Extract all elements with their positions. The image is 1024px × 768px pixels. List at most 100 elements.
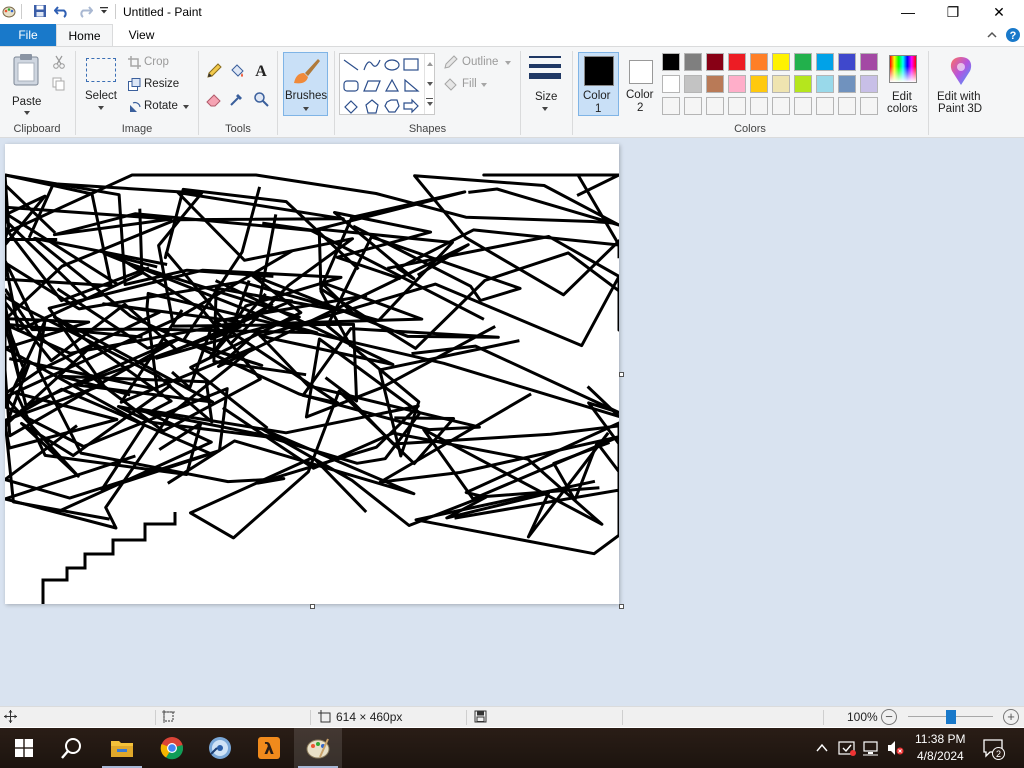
taskbar-paint[interactable] <box>294 728 342 768</box>
outline-button[interactable]: Outline <box>443 55 518 71</box>
palette-swatch[interactable] <box>728 53 746 71</box>
fill-button[interactable]: Fill <box>443 77 518 93</box>
palette-swatch[interactable] <box>728 75 746 93</box>
zoom-slider-thumb[interactable] <box>945 710 956 724</box>
redo-icon[interactable] <box>77 3 93 19</box>
taskbar-file-explorer[interactable] <box>98 728 146 768</box>
status-bar: 614 × 460px 100% − + <box>0 706 1024 727</box>
palette-swatch[interactable] <box>816 53 834 71</box>
palette-swatch[interactable] <box>750 97 768 115</box>
palette-swatch[interactable] <box>772 75 790 93</box>
minimize-button[interactable]: — <box>885 0 931 24</box>
palette-swatch[interactable] <box>706 53 724 71</box>
resize-button[interactable]: Resize <box>128 77 198 93</box>
customize-quick-access-icon[interactable] <box>96 3 112 19</box>
palette-swatch[interactable] <box>772 97 790 115</box>
palette-swatch[interactable] <box>794 53 812 71</box>
palette-swatch[interactable] <box>728 97 746 115</box>
size-button[interactable]: Size <box>526 53 566 115</box>
edit-colors-label-1: Edit <box>892 91 912 103</box>
palette-swatch[interactable] <box>750 75 768 93</box>
select-button[interactable]: Select <box>83 55 119 115</box>
color1-button[interactable]: Color 1 <box>578 52 619 116</box>
edit-colors-button[interactable]: Edit colors <box>884 53 924 115</box>
palette-swatch[interactable] <box>706 75 724 93</box>
collapse-ribbon-icon[interactable] <box>985 28 999 42</box>
copy-icon[interactable] <box>52 77 66 94</box>
palette-swatch[interactable] <box>860 97 878 115</box>
tab-file[interactable]: File <box>0 24 56 46</box>
shapes-scroll[interactable] <box>424 54 435 114</box>
color-picker-icon[interactable] <box>229 91 245 110</box>
close-button[interactable]: ✕ <box>976 0 1022 24</box>
show-hidden-icons-icon[interactable] <box>815 741 829 758</box>
disc-icon <box>209 737 231 759</box>
palette-swatch[interactable] <box>750 53 768 71</box>
cut-icon[interactable] <box>52 55 66 72</box>
help-icon[interactable]: ? <box>1005 27 1021 43</box>
title-bar: Untitled - Paint — ❐ ✕ <box>0 0 1024 24</box>
scribble-drawing <box>3 173 621 604</box>
palette-swatch[interactable] <box>662 75 680 93</box>
palette-swatch[interactable] <box>838 75 856 93</box>
shapes-gallery[interactable] <box>339 53 435 115</box>
shapes-scroll-up-icon <box>427 62 433 66</box>
tray-app-icon[interactable] <box>838 739 856 760</box>
palette-swatch[interactable] <box>662 97 680 115</box>
canvas-dimensions: 614 × 460px <box>336 710 403 724</box>
palette-swatch[interactable] <box>684 97 702 115</box>
tab-view[interactable]: View <box>113 24 170 46</box>
palette-swatch[interactable] <box>860 53 878 71</box>
zoom-in-button[interactable]: + <box>1003 709 1019 725</box>
palette-swatch[interactable] <box>706 97 724 115</box>
taskbar-half-life[interactable]: λ <box>245 728 293 768</box>
taskbar-chrome[interactable] <box>148 728 196 768</box>
search-button[interactable] <box>48 728 96 768</box>
brushes-button[interactable]: Brushes <box>283 52 328 116</box>
fill-bucket-icon[interactable] <box>229 63 245 82</box>
palette-swatch[interactable] <box>772 53 790 71</box>
zoom-out-button[interactable]: − <box>881 709 897 725</box>
palette-swatch[interactable] <box>816 75 834 93</box>
tab-home[interactable]: Home <box>56 24 113 46</box>
fill-dropdown-icon <box>481 83 487 87</box>
volume-muted-icon[interactable] <box>886 739 904 760</box>
network-icon[interactable] <box>862 739 880 760</box>
canvas-resize-handle-corner[interactable] <box>619 604 624 609</box>
palette-swatch[interactable] <box>838 53 856 71</box>
palette-swatch[interactable] <box>794 75 812 93</box>
palette-swatch[interactable] <box>684 75 702 93</box>
magnifier-icon[interactable] <box>253 91 269 110</box>
action-center-button[interactable]: 2 <box>982 737 1005 760</box>
zoom-slider-track[interactable] <box>908 710 993 724</box>
maximize-button[interactable]: ❐ <box>930 0 976 24</box>
palette-swatch[interactable] <box>794 97 812 115</box>
eraser-icon[interactable] <box>206 91 222 110</box>
paste-button[interactable]: Paste <box>8 53 46 115</box>
paint-app-icon[interactable] <box>2 4 16 18</box>
color2-number: 2 <box>637 102 644 114</box>
palette-swatch[interactable] <box>860 75 878 93</box>
drawing-canvas[interactable] <box>3 144 621 604</box>
edit-with-paint3d-button[interactable]: Edit with Paint 3D <box>934 53 990 117</box>
palette-swatch[interactable] <box>684 53 702 71</box>
clock-date[interactable]: 4/8/2024 <box>917 749 964 763</box>
chrome-icon <box>160 737 184 760</box>
palette-swatch[interactable] <box>816 97 834 115</box>
color2-label: Color <box>626 89 654 101</box>
save-icon[interactable] <box>32 3 48 19</box>
clock-time[interactable]: 11:38 PM <box>915 732 965 746</box>
start-button[interactable] <box>0 728 48 768</box>
crop-button[interactable]: Crop <box>128 55 198 71</box>
color2-button[interactable]: Color 2 <box>622 52 660 116</box>
rotate-label: Rotate <box>144 100 178 112</box>
canvas-resize-handle-right[interactable] <box>619 372 624 377</box>
undo-icon[interactable] <box>54 3 70 19</box>
rotate-button[interactable]: Rotate <box>128 99 198 115</box>
palette-swatch[interactable] <box>662 53 680 71</box>
palette-swatch[interactable] <box>838 97 856 115</box>
canvas-resize-handle-bottom[interactable] <box>310 604 315 609</box>
pencil-icon[interactable] <box>206 63 222 82</box>
text-tool-icon[interactable]: A <box>253 62 269 81</box>
taskbar-media-app[interactable] <box>196 728 244 768</box>
